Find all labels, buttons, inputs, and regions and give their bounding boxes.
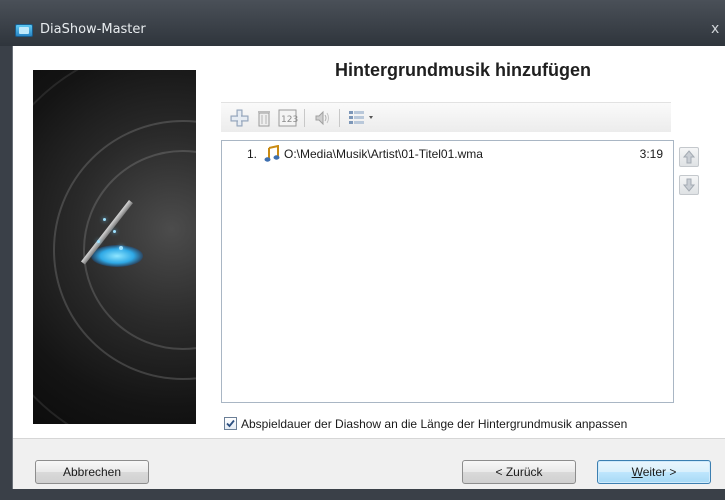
window-bottom-frame	[0, 489, 725, 500]
cancel-button-label: Abbrechen	[62, 465, 122, 479]
app-icon	[15, 24, 33, 37]
title-bar[interactable]: DiaShow-Master x	[0, 0, 725, 46]
page-title: Hintergrundmusik hinzufügen	[335, 60, 591, 80]
item-duration: 3:19	[639, 147, 663, 161]
svg-text:123: 123	[281, 115, 298, 125]
item-number: 1.	[247, 147, 258, 161]
sparkle	[119, 246, 123, 250]
next-button[interactable]: Weiter >	[597, 460, 711, 484]
delete-icon[interactable]	[254, 108, 274, 128]
fit-duration-checkbox[interactable]	[224, 417, 237, 430]
move-down-button[interactable]	[679, 175, 699, 195]
move-up-button[interactable]	[679, 147, 699, 167]
sparkle	[113, 230, 116, 233]
back-button[interactable]: < Zurück	[462, 460, 576, 484]
next-button-label: eiter >	[642, 465, 677, 479]
list-item[interactable]: 1. O:\Media\Musik\Artist\01-Titel01.wma …	[222, 144, 673, 163]
move-down-icon	[682, 178, 696, 192]
music-toolbar: 123	[221, 102, 671, 132]
close-icon[interactable]: x	[711, 21, 719, 37]
add-icon[interactable]	[229, 108, 249, 128]
volume-icon[interactable]	[312, 108, 332, 128]
music-list[interactable]: 1. O:\Media\Musik\Artist\01-Titel01.wma …	[221, 140, 674, 403]
next-button-accel: W	[631, 465, 643, 479]
toolbar-separator	[339, 109, 340, 127]
footer-divider	[13, 438, 725, 439]
move-up-icon	[682, 150, 696, 164]
checkmark-icon	[226, 419, 235, 428]
fit-duration-label: Abspieldauer der Diashow an die Länge de…	[241, 417, 628, 431]
item-file-path: O:\Media\Musik\Artist\01-Titel01.wma	[284, 147, 483, 161]
music-note-icon	[264, 144, 280, 163]
wizard-banner-image	[33, 70, 196, 424]
sparkle	[97, 240, 100, 243]
list-view-icon[interactable]	[347, 108, 377, 128]
dialog-client: Hintergrundmusik hinzufügen 123 1. O:\Me…	[12, 46, 725, 489]
cancel-button[interactable]: Abbrechen	[35, 460, 149, 484]
number-order-icon[interactable]: 123	[277, 108, 298, 128]
window-title: DiaShow-Master	[40, 22, 146, 37]
content-area: Hintergrundmusik hinzufügen 123 1. O:\Me…	[13, 46, 725, 438]
back-button-label: < Zurück	[495, 465, 543, 479]
sparkle	[103, 218, 106, 221]
dialog-window: DiaShow-Master x Hintergrundmusik hinzuf…	[0, 0, 725, 500]
magic-glow	[91, 245, 143, 267]
toolbar-separator	[304, 109, 305, 127]
